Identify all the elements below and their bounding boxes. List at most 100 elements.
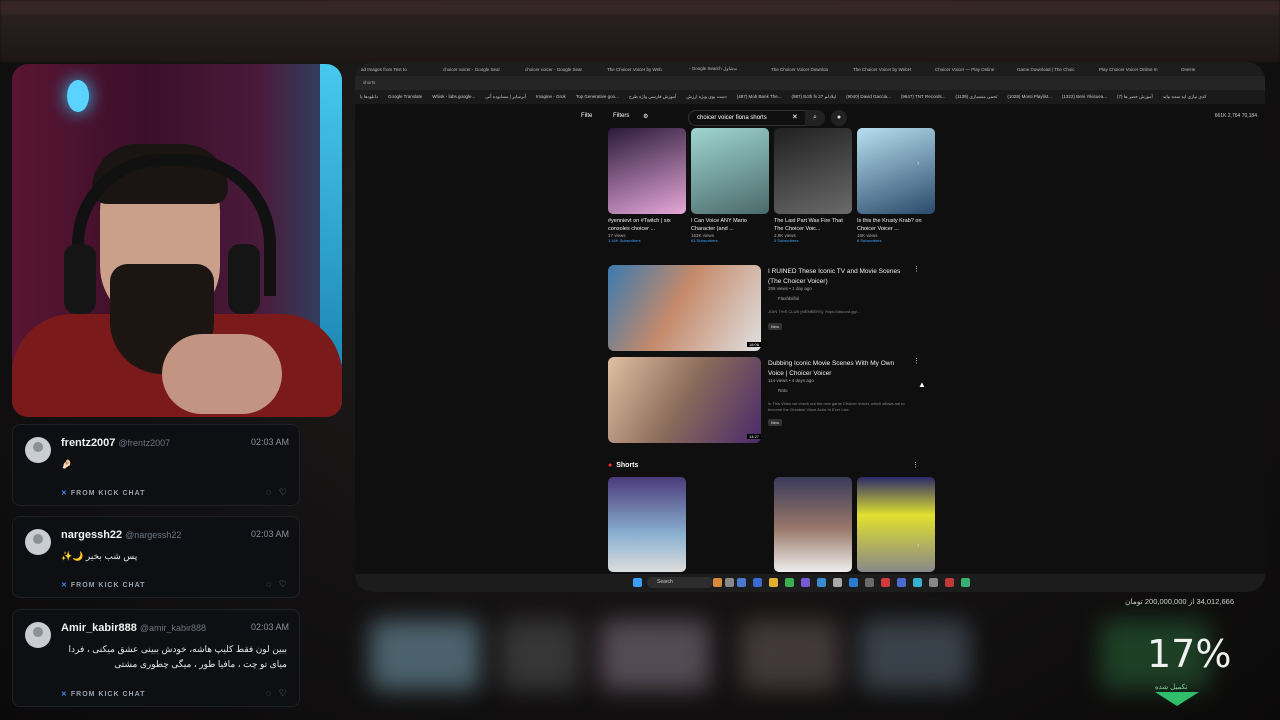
bookmark[interactable]: (487) Mob Bank The... — [737, 90, 782, 104]
video-thumbnail[interactable] — [608, 265, 761, 351]
folder-icon[interactable] — [769, 578, 778, 587]
bookmark[interactable]: Whisk - labs.google... — [432, 90, 475, 104]
short-title[interactable]: I Can Voice ANY Mario Character (and ... — [691, 217, 769, 233]
bookmark[interactable]: Google Translate — [388, 90, 422, 104]
clear-icon[interactable]: ✕ — [792, 113, 798, 121]
video-result[interactable]: 14:27 Dubbing Iconic Movie Scenes With M… — [608, 357, 923, 447]
bookmark[interactable]: Imagine - Grok — [536, 90, 566, 104]
filters-button[interactable]: Filters — [613, 113, 629, 119]
browser-tab[interactable]: ad Images from Text to — [355, 63, 437, 72]
heart-icon[interactable]: ♡ — [279, 579, 287, 589]
more-icon[interactable]: ⋮ — [912, 461, 919, 469]
short-title[interactable]: Is this the Krusty Krab? on Choicer Voic… — [857, 217, 935, 233]
bookmark[interactable]: (9040) David Gaccia... — [846, 90, 891, 104]
browser-tab[interactable]: choicer voicer - Google Sear — [519, 63, 601, 72]
app-icon[interactable] — [897, 578, 906, 587]
chat-time: 02:03 AM — [250, 437, 289, 447]
browser-tab[interactable]: OneHe — [1175, 63, 1257, 72]
chat-username: nargessh22 — [61, 529, 123, 541]
short-card[interactable]: Is this the Krusty Krab? on Choicer Voic… — [857, 128, 935, 243]
browser-tab[interactable]: choicer voicer - Google Sear — [437, 63, 519, 72]
browser-tab[interactable]: The Choicer Voicer Downloa — [765, 63, 847, 72]
sliders-icon[interactable]: ⚙ — [643, 113, 648, 120]
short-thumbnail[interactable] — [857, 128, 935, 214]
short-title[interactable]: The Last Part Was Fire That The Choicer … — [774, 217, 852, 233]
short-title[interactable]: #yennievt on #Twitch | six consoles choi… — [608, 217, 686, 233]
bookmark[interactable]: دانلودها یا — [360, 90, 378, 104]
app-icon[interactable] — [833, 578, 842, 587]
address-bar[interactable]: shorts — [355, 76, 1265, 90]
bookmark[interactable]: آبرسایر | مسابوده آنی — [485, 90, 526, 104]
more-icon[interactable]: ⋮ — [913, 357, 920, 365]
reply-icon[interactable]: ◌ — [266, 688, 271, 698]
bookmark[interactable]: (1322) Beni Yikisuea... — [1062, 90, 1107, 104]
browser-tab[interactable]: The Choicer Voicer by WebH — [847, 63, 929, 72]
bookmark[interactable]: کدی نیازی اید سده بیاید — [1163, 90, 1207, 104]
bookmark[interactable]: Top Generative goo... — [576, 90, 619, 104]
video-title[interactable]: I RUINED These Iconic TV and Movie Scene… — [768, 267, 908, 286]
browser-tab[interactable]: Play Choicer Voicer Online In — [1093, 63, 1175, 72]
video-title[interactable]: Dubbing Iconic Movie Scenes With My Own … — [768, 359, 908, 378]
channel-stats: 661K 2,764 70,184 — [1214, 113, 1257, 119]
bookmark[interactable]: آموزش فارسی واژه طرح — [629, 90, 677, 104]
chevron-right-icon[interactable]: › — [917, 160, 919, 167]
bookmark[interactable]: (987) Ecth fx 27 ایلادلم — [792, 90, 837, 104]
chevron-right-icon[interactable]: › — [917, 542, 919, 549]
browser-tab[interactable]: Game Download | The Choic — [1011, 63, 1093, 72]
video-thumbnail[interactable] — [608, 357, 761, 443]
short-thumbnail[interactable] — [774, 128, 852, 214]
short-card[interactable]: #yennievt on #Twitch | six consoles choi… — [608, 128, 686, 243]
led-light — [320, 64, 342, 364]
short-thumbnail[interactable] — [608, 477, 686, 572]
short-card[interactable] — [857, 477, 935, 572]
search-icon[interactable]: ⌕ — [805, 110, 825, 126]
short-card[interactable]: The Last Part Was Fire That The Choicer … — [774, 128, 852, 243]
video-result[interactable]: 18:06 I RUINED These Iconic TV and Movie… — [608, 265, 923, 355]
heart-icon[interactable]: ♡ — [279, 688, 287, 698]
short-thumbnail[interactable] — [857, 477, 935, 572]
windows-start-icon[interactable] — [633, 578, 642, 587]
app-icon[interactable] — [929, 578, 938, 587]
browser-tab[interactable]: - Google Search ندشاول — [683, 62, 765, 72]
bookmark[interactable]: (9647) TNT Records... — [901, 90, 946, 104]
taskbar-search[interactable]: Search — [647, 577, 713, 588]
app-icon[interactable] — [913, 578, 922, 587]
x-icon: ✕ — [61, 582, 68, 589]
short-thumbnail[interactable] — [691, 128, 769, 214]
short-card[interactable] — [608, 477, 686, 572]
short-card[interactable] — [774, 477, 852, 572]
app-icon[interactable] — [725, 578, 734, 587]
app-icon[interactable] — [713, 578, 722, 587]
app-icon[interactable] — [801, 578, 810, 587]
heart-icon[interactable]: ♡ — [279, 487, 287, 497]
video-description: JOIN THIS CLUB (MEMBERS): https://discor… — [768, 309, 861, 314]
filter-button[interactable]: Filte — [581, 113, 592, 119]
browser-tab[interactable]: The Choicer Voicer by Web — [601, 63, 683, 72]
reply-icon[interactable]: ◌ — [266, 487, 271, 497]
app-icon[interactable] — [737, 578, 746, 587]
bookmark[interactable]: تحمی منسبازی (1139) — [955, 90, 997, 104]
app-icon[interactable] — [865, 578, 874, 587]
short-thumbnail[interactable] — [774, 477, 852, 572]
mic-icon[interactable]: ● — [831, 110, 847, 126]
video-channel[interactable]: Rato — [778, 388, 788, 393]
app-icon[interactable] — [817, 578, 826, 587]
bookmark[interactable]: (1028) Monti Playlist... — [1007, 90, 1052, 104]
donation-goal-text: 34,012,666 از 200,000,000 تومان — [1125, 597, 1234, 606]
bookmark[interactable]: دست بوی ویژه ارزش — [686, 90, 726, 104]
app-icon[interactable] — [881, 578, 890, 587]
avatar — [25, 622, 51, 648]
app-icon[interactable] — [945, 578, 954, 587]
app-icon[interactable] — [753, 578, 762, 587]
app-icon[interactable] — [849, 578, 858, 587]
bookmark[interactable]: آموزش حصر ها (7) — [1117, 90, 1153, 104]
short-card[interactable]: I Can Voice ANY Mario Character (and ...… — [691, 128, 769, 243]
chat-handle: @nargessh22 — [125, 530, 182, 540]
short-thumbnail[interactable] — [608, 128, 686, 214]
more-icon[interactable]: ⋮ — [913, 265, 920, 273]
app-icon[interactable] — [961, 578, 970, 587]
browser-tab[interactable]: Choicer Voicer — Play Online — [929, 63, 1011, 72]
chrome-icon[interactable] — [785, 578, 794, 587]
video-channel[interactable]: Flashbiifiol — [778, 296, 799, 301]
reply-icon[interactable]: ◌ — [266, 579, 271, 589]
